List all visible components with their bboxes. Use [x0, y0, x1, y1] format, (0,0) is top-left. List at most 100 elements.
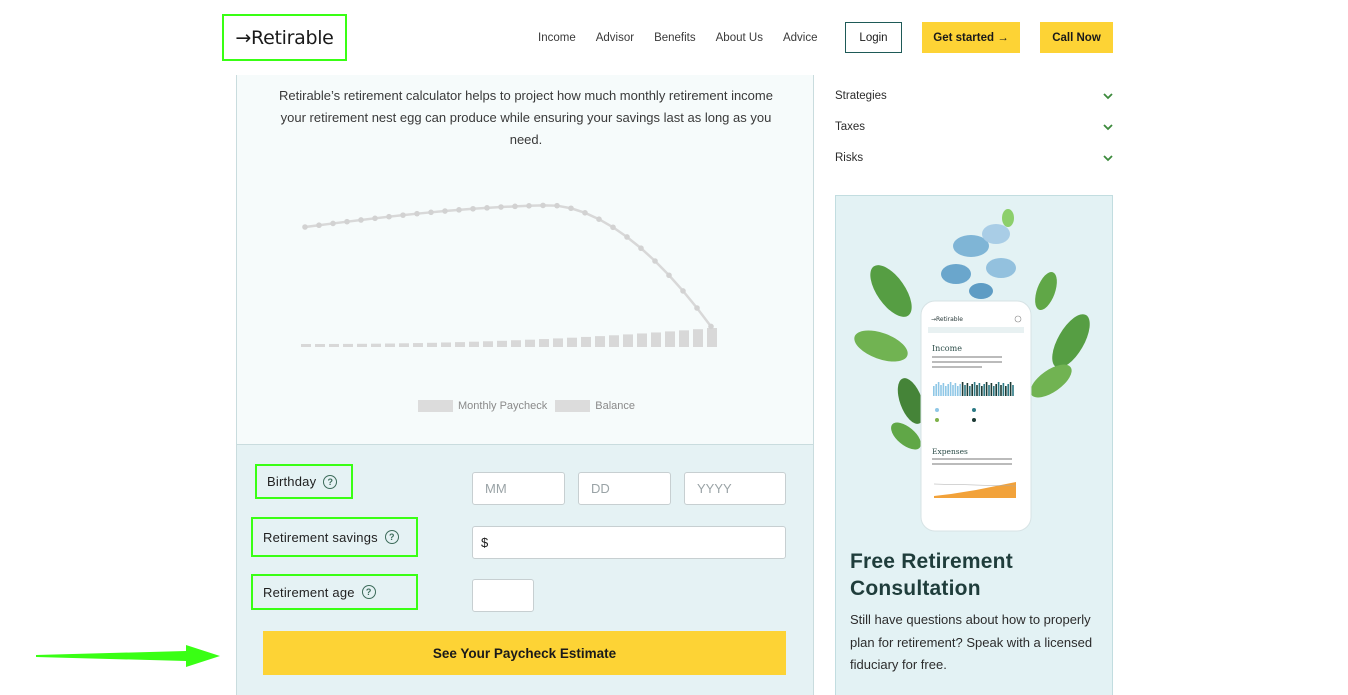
balance-point — [358, 217, 364, 223]
help-icon[interactable]: ? — [323, 474, 338, 489]
paycheck-bar — [595, 336, 605, 347]
balance-point — [498, 204, 504, 210]
nav-benefits[interactable]: Benefits — [654, 32, 696, 44]
paycheck-bar — [441, 342, 451, 347]
paycheck-bar — [665, 331, 675, 347]
chevron-down-icon — [1103, 154, 1113, 161]
phone-bar — [940, 385, 942, 396]
get-started-button[interactable]: Get started → — [922, 22, 1020, 53]
phone-mockup: →Retirable Income Expenses — [920, 300, 1032, 532]
balance-point — [694, 305, 700, 311]
calculator-form: Birthday ? MM DD YYYY Retirement savings… — [237, 444, 813, 695]
accordion-label: Risks — [835, 152, 864, 164]
birth-day-input[interactable]: DD — [578, 472, 671, 505]
phone-illustration: →Retirable Income Expenses — [854, 209, 1090, 532]
paycheck-bar — [539, 339, 549, 347]
phone-bar — [1000, 385, 1002, 396]
phone-bar — [952, 385, 954, 396]
paycheck-bar — [623, 334, 633, 347]
paycheck-bar — [315, 343, 325, 347]
balance-point — [344, 218, 350, 225]
paycheck-bar — [707, 328, 717, 347]
phone-bar — [969, 386, 971, 396]
paycheck-bar — [357, 343, 367, 347]
nav-advice[interactable]: Advice — [783, 32, 818, 44]
consultation-promo-card: →Retirable Income Expenses Free Retireme… — [835, 195, 1113, 695]
legend-balance-swatch — [555, 400, 591, 412]
phone-bar — [988, 385, 990, 396]
accordion-label: Taxes — [835, 121, 866, 133]
logo-link[interactable]: →Retirable — [222, 14, 347, 61]
balance-point — [554, 202, 560, 209]
logo: →Retirable — [235, 26, 334, 49]
paycheck-bar — [567, 337, 577, 347]
paycheck-bar — [497, 340, 507, 347]
balance-point — [428, 209, 434, 216]
placeholder-chart — [301, 202, 717, 347]
phone-bar — [949, 382, 952, 396]
see-paycheck-estimate-button[interactable]: See Your Paycheck Estimate — [263, 631, 786, 675]
balance-point — [484, 205, 490, 211]
promo-title: Free Retirement Consultation — [850, 550, 1013, 600]
paycheck-bars — [301, 328, 717, 347]
retirement-age-input[interactable] — [472, 579, 534, 612]
birthday-label-text: Birthday — [267, 474, 317, 489]
paycheck-bar — [469, 341, 479, 347]
balance-point — [470, 205, 476, 212]
phone-bar — [1009, 382, 1012, 396]
nav-about-us[interactable]: About Us — [716, 32, 763, 44]
paycheck-bar — [651, 332, 661, 347]
help-icon[interactable]: ? — [361, 585, 376, 599]
phone-bar — [971, 384, 973, 396]
promo-text: Still have questions about how to proper… — [850, 612, 1093, 672]
paycheck-bar — [511, 340, 521, 347]
calculator-intro: Retirable’s retirement calculator helps … — [279, 88, 773, 147]
balance-point — [638, 245, 644, 252]
balance-point — [512, 203, 518, 210]
phone-bar — [954, 383, 957, 396]
balance-point — [610, 224, 616, 231]
paycheck-bar — [329, 343, 339, 347]
retirement-age-label-text: Retirement age — [263, 584, 355, 600]
balance-point — [680, 288, 686, 294]
arrow-right-icon — [36, 645, 220, 667]
phone-bar — [959, 384, 961, 396]
phone-expenses-heading: Expenses — [932, 447, 968, 456]
savings-label: Retirement savings ? — [251, 517, 418, 557]
phone-bar — [937, 382, 940, 396]
currency-prefix: $ — [481, 535, 489, 550]
birth-month-input[interactable]: MM — [472, 472, 565, 505]
birthday-label: Birthday ? — [255, 464, 353, 499]
balance-point — [302, 224, 308, 230]
balance-point — [414, 210, 420, 217]
savings-input[interactable]: $ — [472, 526, 786, 559]
login-button[interactable]: Login — [845, 22, 902, 53]
phone-bar — [935, 384, 937, 396]
birth-year-input[interactable]: YYYY — [684, 472, 786, 505]
paycheck-bar — [371, 343, 381, 347]
accordion-taxes[interactable]: Taxes — [835, 117, 1113, 137]
balance-point — [526, 203, 532, 209]
phone-income-heading: Income — [932, 344, 962, 353]
call-now-button[interactable]: Call Now — [1040, 22, 1113, 53]
phone-bar — [933, 386, 935, 396]
balance-point — [386, 213, 392, 220]
nav-advisor[interactable]: Advisor — [596, 32, 634, 44]
balance-point — [708, 323, 714, 330]
help-icon[interactable]: ? — [384, 530, 399, 544]
phone-bar — [978, 383, 981, 396]
phone-bar — [942, 383, 945, 396]
chevron-down-icon — [1103, 123, 1113, 130]
accordion-strategies[interactable]: Strategies — [835, 86, 1113, 106]
phone-bar — [993, 386, 995, 396]
accordion-risks[interactable]: Risks — [835, 148, 1113, 168]
phone-bar — [995, 384, 997, 396]
phone-bar — [1012, 385, 1014, 396]
nav-income[interactable]: Income — [538, 32, 576, 44]
balance-point — [442, 208, 448, 214]
phone-bar — [964, 385, 966, 396]
phone-bar — [1002, 383, 1005, 396]
phone-bar — [947, 384, 949, 396]
balance-point — [400, 212, 406, 218]
phone-bar — [1005, 386, 1007, 396]
